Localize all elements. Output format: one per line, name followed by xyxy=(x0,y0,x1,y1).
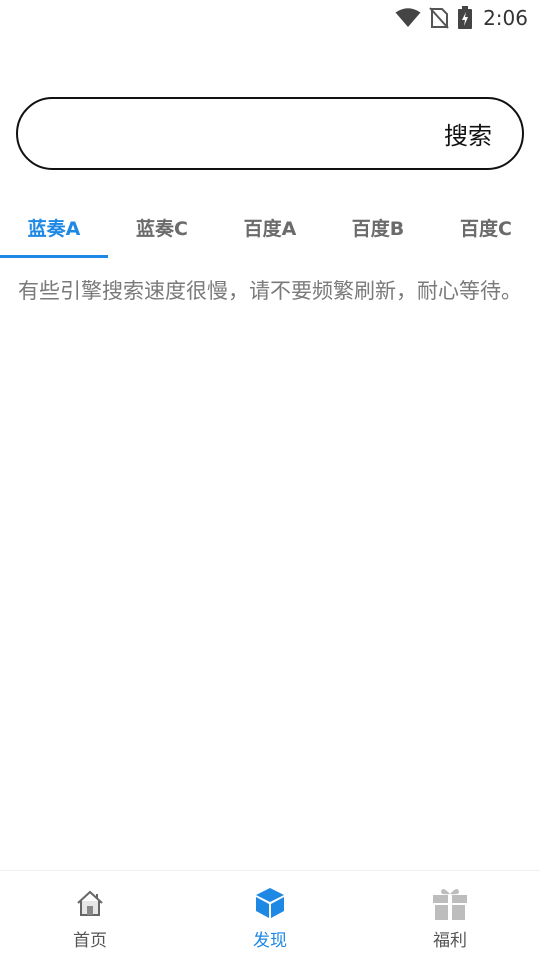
status-time: 2:06 xyxy=(483,6,528,30)
search-bar: 搜索 xyxy=(16,97,524,170)
tab-baidu-c[interactable]: 百度C xyxy=(432,196,540,258)
nav-item-home[interactable]: 首页 xyxy=(0,871,180,960)
search-button[interactable]: 搜索 xyxy=(444,116,492,151)
status-bar: 2:06 xyxy=(0,0,540,36)
app-screen: 2:06 搜索 蓝奏A 蓝奏C 百度A 百度B 百度C 有些引擎搜索速度很慢，请… xyxy=(0,0,540,960)
search-input[interactable] xyxy=(42,99,444,168)
nav-label-home: 首页 xyxy=(73,931,107,951)
tab-lanzou-c[interactable]: 蓝奏C xyxy=(108,196,216,258)
no-sim-icon xyxy=(429,7,449,29)
cube-icon xyxy=(254,884,286,922)
bottom-nav: 首页 发现 福利 xyxy=(0,870,540,960)
tab-baidu-a[interactable]: 百度A xyxy=(216,196,324,258)
nav-item-welfare[interactable]: 福利 xyxy=(360,871,540,960)
nav-item-discover[interactable]: 发现 xyxy=(180,871,360,960)
nav-label-welfare: 福利 xyxy=(433,931,467,951)
search-notice: 有些引擎搜索速度很慢，请不要频繁刷新，耐心等待。 xyxy=(18,279,522,303)
home-icon xyxy=(75,884,105,922)
wifi-icon xyxy=(395,8,421,28)
tab-lanzou-a[interactable]: 蓝奏A xyxy=(0,196,108,258)
engine-tabs: 蓝奏A 蓝奏C 百度A 百度B 百度C xyxy=(0,196,540,258)
nav-label-discover: 发现 xyxy=(253,931,287,951)
gift-icon xyxy=(432,884,468,922)
tab-baidu-b[interactable]: 百度B xyxy=(324,196,432,258)
battery-charging-icon xyxy=(457,6,473,30)
